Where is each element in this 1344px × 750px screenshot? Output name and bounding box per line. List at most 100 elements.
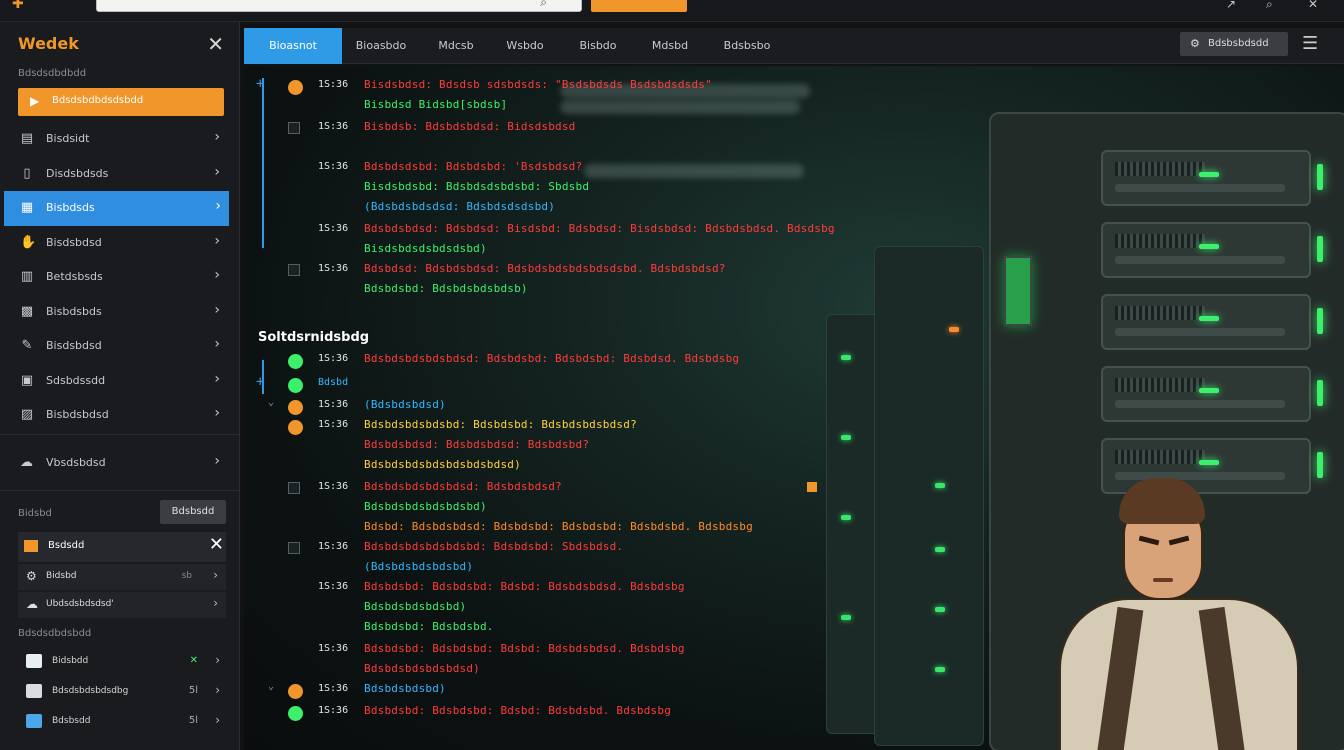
chart-icon: ▥ [20, 269, 34, 284]
tab-1[interactable]: Bioasnot [244, 28, 342, 64]
log-row[interactable]: 1S:36 Bdsbdsbd: Bdsbdsbd: Bdsbd: Bdsbdsb… [252, 578, 832, 598]
log-row[interactable]: 1S:36 Bdsbdsbd: Bdsbdsbd: Bdsbd: Bdsbdsb… [252, 640, 832, 660]
log-row[interactable]: ⌄ 1S:36 Bdsbdsbdsbd) [252, 680, 832, 700]
tab-6[interactable]: Mdsbd [640, 28, 700, 64]
log-message: Bdsbdsbd: Bdsbdsbdsbdsb) [364, 282, 528, 295]
sidebar-item-5[interactable]: ▥ Betdsbsds › [0, 260, 240, 295]
section-button[interactable]: Bdsbsdd [160, 500, 226, 524]
server-unit [1101, 150, 1323, 206]
log-message: (Bdsbdsbdsdsd: Bdsbdsdsdsbd) [364, 200, 556, 213]
log-feed: + 1S:36 Bisdsbdsd: Bdsdsb sdsbdsds: "Bsd… [252, 70, 835, 750]
chevron-down-icon[interactable]: ⌄ [268, 397, 274, 408]
tab-2[interactable]: Bioasbdo [344, 28, 418, 64]
search-icon[interactable]: ⌕ [1266, 0, 1273, 12]
list-item[interactable]: Bdsdsbdsbdsdbg 5l › [18, 678, 226, 706]
sidebar-section: Bidsbd Bdsbsdd [0, 500, 240, 530]
section-heading: Soltdsrnidsbdg [258, 330, 370, 345]
list-item-meta: 5l [188, 685, 198, 696]
checkbox[interactable] [288, 482, 300, 494]
log-row: (Bdsbdsbdsbdsbd) [252, 558, 832, 578]
chevron-right-icon: › [214, 405, 220, 421]
list-item-meta: 5l [188, 715, 198, 726]
status-led [841, 615, 851, 620]
settings-button[interactable]: ⚙ Bdsbsbdsdd [1180, 32, 1288, 56]
menu-icon[interactable]: ☰ [1302, 33, 1318, 54]
tab-4[interactable]: Wsbdo [496, 28, 554, 64]
sidebar-item-8[interactable]: ▣ Sdsbdssdd › [0, 364, 240, 399]
log-row[interactable]: 1S:36 Bdsbdsbd: Bdsbdsbd: Bdsbd: Bdsbdsb… [252, 702, 832, 722]
log-row[interactable]: + Bdsbd [252, 374, 832, 394]
log-row[interactable]: 1S:36 Bdsbdsdsbd: Bdsbdsbd: 'Bsdsbdsd? [252, 158, 832, 178]
close-icon[interactable]: ✕ [209, 534, 224, 555]
sidebar-caption: Bdsdsdbdbdd [18, 68, 87, 79]
sub-row-label: Ubdsdsbdsdsd' [46, 599, 114, 609]
log-row: Bdsbdsbd: Bdsbdsbdsbdsb) [252, 280, 832, 300]
sidebar-panel[interactable]: Bsdsdd ✕ [18, 532, 226, 562]
share-icon[interactable]: ↗ [1226, 0, 1236, 11]
status-led [841, 515, 851, 520]
tab-5[interactable]: Bisbdo [566, 28, 630, 64]
log-message: Bdsbdsbdsbd) [364, 682, 446, 695]
list-item[interactable]: Bidsbdd ✕ › [18, 648, 226, 676]
checkbox[interactable] [288, 542, 300, 554]
top-cta-button[interactable] [591, 0, 687, 12]
sidebar-item-6[interactable]: ▩ Bisbdsbds › [0, 295, 240, 330]
log-row[interactable]: 1S:36 Bdsbdsbdsbdsbdsd: Bdsbdsbdsd? [252, 478, 832, 498]
search-icon[interactable]: ⌕ [540, 0, 547, 10]
play-icon: ▶ [30, 94, 40, 108]
close-icon[interactable]: ✕ [207, 32, 224, 56]
log-row[interactable]: 1S:36 Bdsbdsd: Bdsbdsbdsd: Bdsbdsbdsbdsb… [252, 260, 832, 280]
log-row[interactable]: + 1S:36 Bisdsbdsd: Bdsdsb sdsbdsds: "Bsd… [252, 76, 832, 96]
sub-row-label: Bidsbd [46, 571, 77, 581]
log-message: (Bdsbdsbdsd) [364, 398, 446, 411]
tab-3[interactable]: Mdcsb [426, 28, 486, 64]
panel-sub-row[interactable]: ☁ Ubdsdsbdsdsd' › [18, 592, 226, 618]
sidebar-item-extra[interactable]: ☁ Vbsdsbdsd › [0, 446, 240, 480]
log-row[interactable]: 1S:36 Bdsbdsbdsd: Bdsbdsd: Bisdsbd: Bdsb… [252, 220, 835, 240]
sidebar-item-1[interactable]: ▤ Bisdsidt › [0, 122, 240, 157]
close-icon[interactable]: ✕ [1308, 0, 1318, 11]
sidebar-item-4[interactable]: ✋ Bisdsbdsd › [0, 226, 240, 261]
log-row[interactable]: 1S:36 Bisbdsb: Bdsbdsbdsd: Bidsdsbdsd [252, 118, 832, 138]
chevron-right-icon: › [214, 336, 220, 352]
log-time: Bdsbd [318, 377, 349, 388]
sidebar-active-item[interactable]: ▶ Bdsdsbdbdsdsbdd [18, 88, 224, 116]
panel-sub-row[interactable]: ⚙ Bidsbd sb › [18, 564, 226, 590]
grid-icon: ▩ [20, 303, 34, 319]
checkbox[interactable] [288, 122, 300, 134]
expand-icon[interactable]: + [256, 76, 264, 92]
monitor-icon: ▣ [20, 372, 34, 388]
log-message: Bdsbd: Bdsbdsbdsd: Bdsbdsbd: Bdsbdsbd: B… [364, 520, 753, 533]
chevron-right-icon: › [215, 653, 220, 667]
log-message: (Bdsbdsbdsbdsbd) [364, 560, 474, 573]
sidebar-item-7[interactable]: ✎ Bisdsbdsd › [0, 329, 240, 364]
list-item[interactable]: Bdsbsdd 5l › [18, 708, 226, 736]
log-time: 1S:36 [318, 419, 349, 430]
tab-7[interactable]: Bdsbsbo [712, 28, 782, 64]
status-dot [288, 354, 303, 369]
cloud-icon: ☁ [26, 597, 38, 611]
expand-icon[interactable]: + [256, 374, 264, 390]
log-row: Bdsbdsbdsbdsbdsd) [252, 660, 832, 680]
log-message: Bdsbdsbdsd: Bdsbdsd: Bisdsbd: Bdsbdsd: B… [364, 222, 835, 235]
server-unit [1101, 294, 1323, 350]
sidebar-item-label: Bisdsidt [46, 132, 90, 145]
checkbox[interactable] [288, 264, 300, 276]
chevron-down-icon[interactable]: ⌄ [268, 681, 274, 692]
sidebar-item-label: Bisbdsds [46, 201, 95, 214]
log-message: Bdsbdsd: Bdsbdsbdsd: Bdsbdsbdsbdsbdsdsbd… [364, 262, 726, 275]
top-search-input[interactable]: ⌕ [96, 0, 582, 12]
log-message: Bdsbdsbdsbdsbd) [364, 600, 467, 613]
sidebar-item-label: Bisbdsbdsd [46, 408, 109, 421]
sidebar-item-3[interactable]: ▦ Bisbdsds › [4, 191, 229, 226]
log-row[interactable]: 1S:36 Bdsbdsbdsbdsbd: Bdsbdsbd: Bdsbdsbd… [252, 416, 832, 436]
sidebar-item-2[interactable]: ▯ Disdsbdsds › [0, 157, 240, 192]
thumbnail-icon [26, 714, 42, 728]
sidebar-item-9[interactable]: ▨ Bisbdsbdsd › [0, 398, 240, 433]
log-row[interactable]: 1S:36 Bdsbdsbdsbdsbdsbd: Bdsbdsbd: Sbdsb… [252, 538, 832, 558]
log-time: 1S:36 [318, 223, 349, 234]
flag-icon [807, 482, 817, 492]
log-row[interactable]: 1S:36 Bdsbdsbdsbdsbdsd: Bdsbdsbd: Bdsbds… [252, 350, 832, 370]
log-row[interactable]: ⌄ 1S:36 (Bdsbdsbdsd) [252, 396, 832, 416]
sidebar-active-label: Bdsdsbdbdsdsbdd [52, 95, 144, 106]
